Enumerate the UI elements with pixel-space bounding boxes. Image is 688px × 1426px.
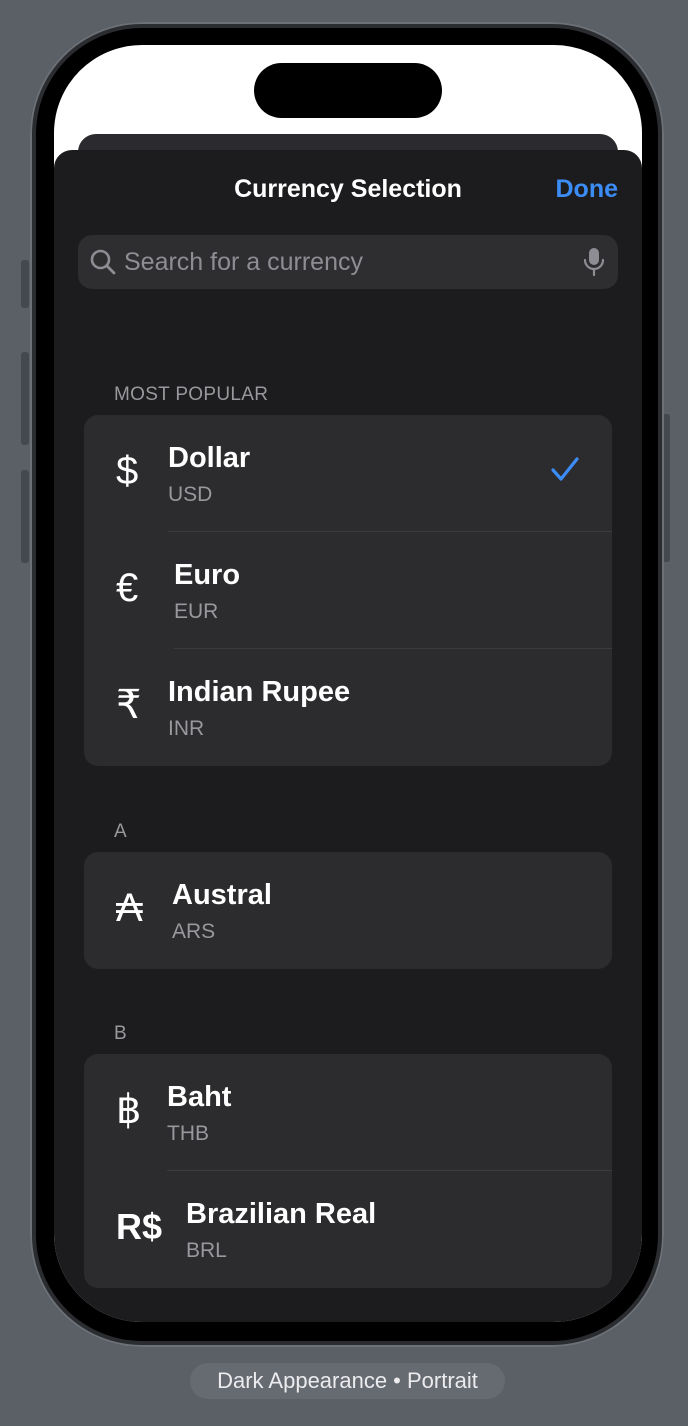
b-currency-group: ฿ Baht THB R$ Brazilian Real BRL (84, 1054, 612, 1288)
search-bar[interactable] (78, 235, 618, 289)
rupee-symbol-icon: ₹ (116, 683, 142, 727)
currency-code: USD (168, 483, 213, 506)
currency-code: EUR (174, 600, 219, 623)
currency-name: Dollar (168, 442, 251, 474)
search-input[interactable] (124, 235, 564, 289)
baht-symbol-icon: ฿ (116, 1088, 142, 1132)
currency-name: Austral (172, 879, 272, 911)
currency-row-austral[interactable]: ₳ Austral ARS (84, 852, 612, 969)
device-screen: Currency Selection Done MOST POPULAR $ D… (54, 45, 642, 1322)
currency-name: Euro (174, 559, 241, 591)
a-currency-group: ₳ Austral ARS (84, 852, 612, 969)
currency-selection-sheet: Currency Selection Done MOST POPULAR $ D… (54, 150, 642, 1322)
currency-code: BRL (186, 1239, 227, 1262)
currency-name: Baht (167, 1081, 232, 1113)
section-header-a: A (114, 821, 127, 842)
austral-symbol-icon: ₳ (116, 886, 143, 930)
microphone-icon[interactable] (582, 247, 606, 277)
sheet-title: Currency Selection (234, 175, 462, 203)
real-symbol-icon: R$ (116, 1206, 163, 1247)
volume-down-button (21, 470, 29, 563)
currency-row-baht[interactable]: ฿ Baht THB (84, 1054, 612, 1171)
currency-code: THB (167, 1122, 209, 1145)
euro-symbol-icon: € (116, 566, 139, 610)
dynamic-island (254, 63, 442, 118)
currency-code: INR (168, 717, 205, 740)
checkmark-icon (551, 457, 579, 481)
currency-row-indian-rupee[interactable]: ₹ Indian Rupee INR (84, 649, 612, 766)
action-button (21, 260, 29, 308)
currency-name: Brazilian Real (186, 1198, 377, 1230)
section-header-most-popular: MOST POPULAR (114, 384, 269, 405)
popular-currency-group: $ Dollar USD € Euro EUR ₹ Indian Rupee I… (84, 415, 612, 766)
search-icon (90, 249, 116, 275)
preview-caption: Dark Appearance • Portrait (190, 1363, 505, 1399)
currency-row-brazilian-real[interactable]: R$ Brazilian Real BRL (84, 1171, 612, 1288)
currency-name: Indian Rupee (168, 676, 351, 708)
dollar-symbol-icon: $ (116, 449, 139, 493)
section-header-b: B (114, 1023, 127, 1044)
currency-row-euro[interactable]: € Euro EUR (84, 532, 612, 649)
done-button[interactable]: Done (556, 175, 619, 204)
currency-code: ARS (172, 920, 216, 943)
volume-up-button (21, 352, 29, 445)
currency-row-dollar[interactable]: $ Dollar USD (84, 415, 612, 532)
